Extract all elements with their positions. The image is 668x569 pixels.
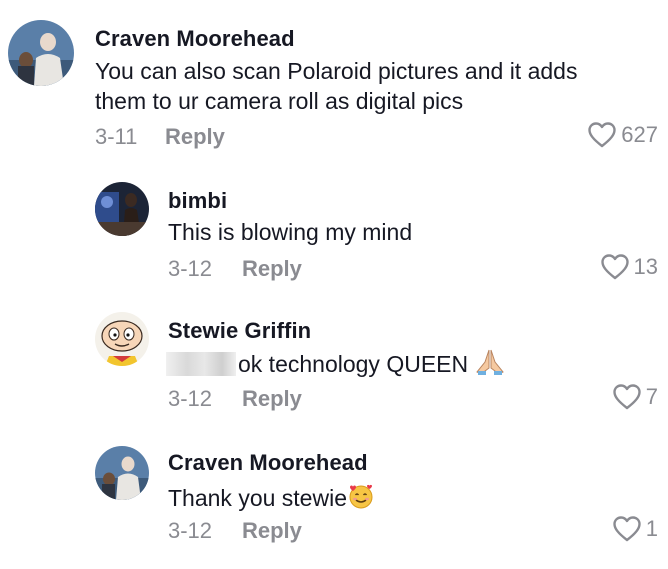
like-button[interactable]: 627 xyxy=(587,121,658,149)
like-button[interactable]: 13 xyxy=(600,253,658,281)
comment-item: Craven Moorehead You can also scan Polar… xyxy=(0,0,668,160)
user-photo-icon xyxy=(95,446,149,500)
comment-author[interactable]: Craven Moorehead xyxy=(95,26,295,52)
user-photo-icon xyxy=(95,182,149,236)
comment-date: 3-12 xyxy=(168,518,213,543)
blurred-mention xyxy=(166,352,236,376)
comment-text-row: ok technology QUEEN xyxy=(166,348,505,383)
avatar[interactable] xyxy=(95,312,149,366)
like-count: 627 xyxy=(621,122,658,147)
reply-item: Craven Moorehead Thank you stewie 3-12 R… xyxy=(0,432,668,569)
like-count: 7 xyxy=(645,384,658,409)
comment-author[interactable]: bimbi xyxy=(168,188,227,214)
heart-outline-icon xyxy=(600,254,629,280)
avatar[interactable] xyxy=(95,446,149,500)
reply-button[interactable]: Reply xyxy=(242,518,302,544)
comment-text: them to ur camera roll as digital pics xyxy=(95,88,464,114)
like-button[interactable]: 7 xyxy=(612,383,658,411)
folded-hands-emoji xyxy=(475,348,505,383)
reply-item: bimbi This is blowing my mind 3-12 Reply… xyxy=(0,170,668,300)
reply-button[interactable]: Reply xyxy=(242,386,302,412)
smiling-face-with-hearts-emoji xyxy=(347,482,375,517)
comment-author[interactable]: Stewie Griffin xyxy=(168,318,311,344)
like-button[interactable]: 1 xyxy=(612,515,658,543)
comment-text: This is blowing my mind xyxy=(168,219,413,245)
heart-outline-icon xyxy=(613,384,641,410)
comment-text: Thank you stewie xyxy=(168,485,347,511)
comment-text-row: Thank you stewie xyxy=(168,482,375,517)
comment-text: You can also scan Polaroid pictures and … xyxy=(95,58,578,84)
user-photo-icon xyxy=(8,20,74,86)
like-count: 1 xyxy=(645,516,658,541)
reply-button[interactable]: Reply xyxy=(165,124,225,150)
reply-button[interactable]: Reply xyxy=(242,256,302,282)
heart-outline-icon xyxy=(588,122,616,148)
heart-outline-icon xyxy=(613,516,641,542)
like-count: 13 xyxy=(633,254,658,279)
comment-date: 3-11 xyxy=(95,124,138,149)
reply-item: Stewie Griffin ok technology QUEEN 3-12 … xyxy=(0,300,668,430)
cartoon-face-icon xyxy=(95,312,149,366)
comment-date: 3-12 xyxy=(168,256,213,281)
comment-date: 3-12 xyxy=(168,386,213,411)
comment-author[interactable]: Craven Moorehead xyxy=(168,450,368,476)
comment-text: ok technology QUEEN xyxy=(238,351,469,377)
avatar[interactable] xyxy=(95,182,149,236)
avatar[interactable] xyxy=(8,20,74,86)
